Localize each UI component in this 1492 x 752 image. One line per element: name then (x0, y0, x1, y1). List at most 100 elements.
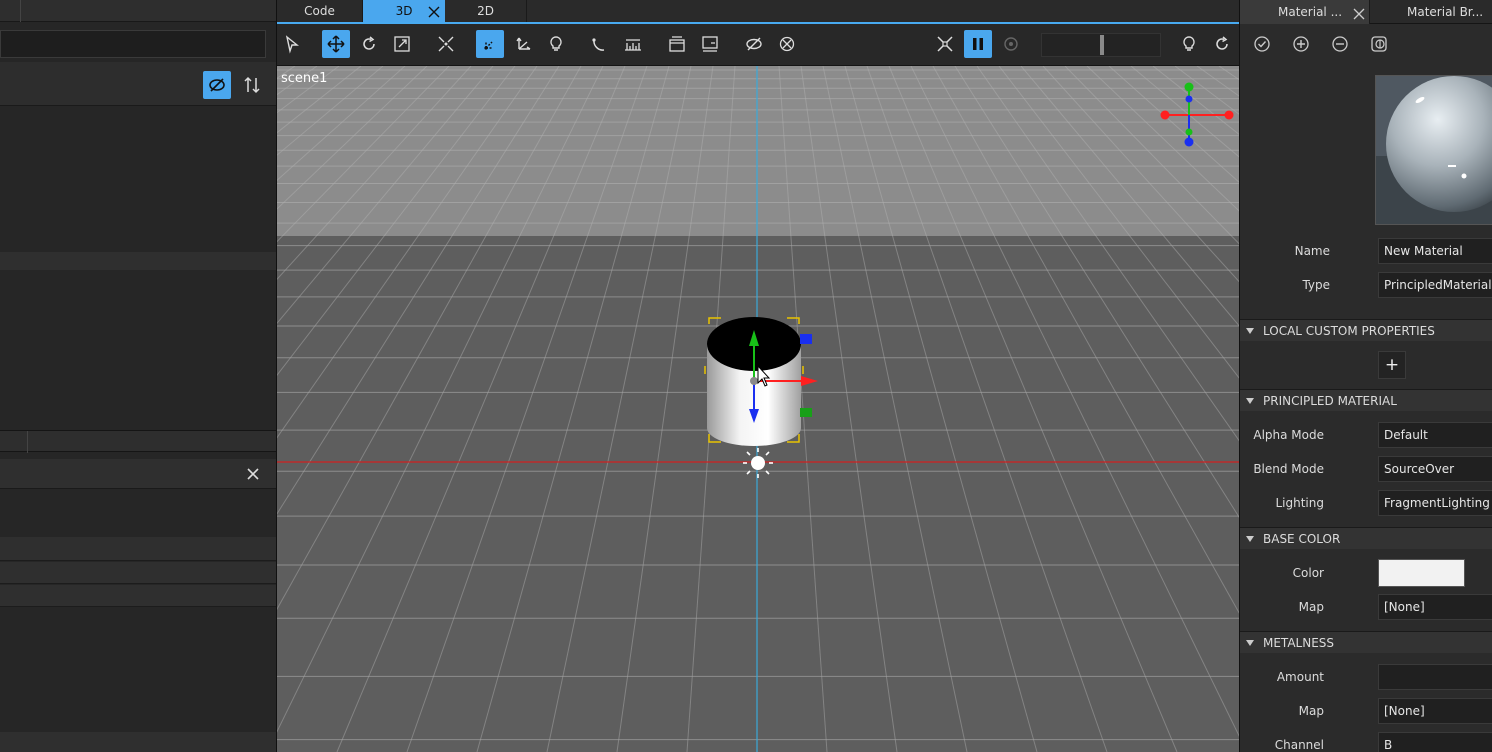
color-label: Color (1292, 566, 1324, 580)
left-list-row[interactable] (0, 562, 276, 584)
tab-2d[interactable]: 2D (445, 0, 527, 22)
lightbulb-icon (550, 36, 562, 51)
section-title: BASE COLOR (1263, 532, 1341, 546)
close-icon[interactable] (244, 465, 262, 483)
channel-label: Channel (1274, 738, 1324, 752)
background-icon (702, 36, 718, 52)
tab-3d[interactable]: 3D (363, 0, 445, 22)
type-dropdown[interactable]: PrincipledMaterial (1378, 272, 1492, 298)
particles-button[interactable] (773, 30, 801, 58)
axes-icon (516, 37, 531, 50)
alpha-mode-label: Alpha Mode (1253, 428, 1324, 442)
collapse-triangle-icon (1246, 536, 1254, 542)
close-icon[interactable] (427, 4, 441, 18)
amount-label: Amount (1276, 670, 1324, 684)
toggle-lighting-button[interactable] (1175, 30, 1203, 58)
camera-toggle-button[interactable] (663, 30, 691, 58)
section-title: LOCAL CUSTOM PROPERTIES (1263, 324, 1435, 338)
snap-toggle-button[interactable] (586, 30, 614, 58)
close-icon[interactable] (1352, 5, 1366, 20)
add-property-button[interactable]: + (1378, 351, 1406, 379)
divider (27, 431, 28, 453)
left-list-row[interactable] (0, 585, 276, 607)
tab-code[interactable]: Code (277, 0, 363, 22)
scene-canvas[interactable] (277, 66, 1239, 752)
particle-speed-slider[interactable] (1041, 33, 1161, 57)
pause-icon (973, 38, 983, 50)
restart-particles-button[interactable] (997, 30, 1025, 58)
lightbulb-icon (1183, 36, 1195, 51)
blend-mode-label: Blend Mode (1253, 462, 1324, 476)
hide-icon[interactable] (203, 71, 231, 99)
rotate-icon (363, 36, 375, 50)
left-list-row[interactable] (0, 537, 276, 561)
global-orientation-button[interactable] (509, 30, 537, 58)
material-preview[interactable] (1375, 75, 1492, 225)
section-base-color[interactable]: BASE COLOR (1240, 527, 1492, 549)
pause-particles-button[interactable] (964, 30, 992, 58)
perspective-icon (669, 36, 685, 52)
name-field[interactable]: New Material (1378, 238, 1492, 264)
ruler-icon (625, 39, 641, 51)
scale-icon (394, 36, 410, 52)
gizmo-xy-plane[interactable] (800, 334, 812, 344)
section-title: PRINCIPLED MATERIAL (1263, 394, 1397, 408)
3d-toolbar (277, 24, 1239, 66)
blend-mode-dropdown[interactable]: SourceOver (1378, 456, 1492, 482)
left-lower-header (0, 430, 276, 453)
metal-map-dropdown[interactable]: [None] (1378, 698, 1492, 724)
sort-icon[interactable] (240, 71, 264, 99)
move-tool-button[interactable] (322, 30, 350, 58)
environment-icon (1371, 36, 1387, 52)
lighting-dropdown[interactable]: FragmentLighting (1378, 490, 1492, 516)
left-filter-row (0, 459, 276, 489)
left-panel (0, 0, 277, 752)
tab-2d-label: 2D (477, 4, 494, 18)
edit-light-button[interactable] (542, 30, 570, 58)
tab-material-browser[interactable]: Material Br... (1371, 0, 1492, 24)
metalness-amount-field[interactable] (1378, 664, 1492, 690)
delete-material-button[interactable] (1330, 34, 1350, 54)
section-local-custom-properties[interactable]: LOCAL CUSTOM PROPERTIES (1240, 319, 1492, 341)
rotate-tool-button[interactable] (355, 30, 383, 58)
base-map-dropdown[interactable]: [None] (1378, 594, 1492, 620)
collapse-triangle-icon (1246, 398, 1254, 404)
left-footer (0, 732, 276, 752)
section-metalness[interactable]: METALNESS (1240, 631, 1492, 653)
pointer-icon (285, 35, 299, 54)
divider (20, 0, 21, 22)
background-color-button[interactable] (696, 30, 724, 58)
tab-3d-label: 3D (395, 4, 413, 18)
3d-viewport[interactable]: scene1 (277, 66, 1239, 752)
alpha-mode-dropdown[interactable]: Default (1378, 422, 1492, 448)
section-principled-material[interactable]: PRINCIPLED MATERIAL (1240, 389, 1492, 411)
channel-dropdown[interactable]: B (1378, 732, 1492, 752)
snap-icon (592, 38, 605, 51)
slider-handle[interactable] (1100, 35, 1104, 55)
base-color-swatch[interactable] (1378, 559, 1465, 587)
snap-settings-button[interactable] (619, 30, 647, 58)
scale-tool-button[interactable] (388, 30, 416, 58)
fit-selection-button[interactable] (432, 30, 460, 58)
reset-view-button[interactable] (931, 30, 959, 58)
collapse-triangle-icon (1246, 328, 1254, 334)
apply-material-button[interactable] (1252, 34, 1272, 54)
select-tool-button[interactable] (278, 30, 306, 58)
preview-env-button[interactable] (1369, 34, 1389, 54)
refresh-button[interactable] (1208, 30, 1236, 58)
gizmo-center[interactable] (750, 377, 758, 385)
toggle-visibility-button[interactable] (740, 30, 768, 58)
add-material-button[interactable] (1291, 34, 1311, 54)
check-circle-icon (1254, 36, 1270, 52)
local-orientation-button[interactable] (476, 30, 504, 58)
metal-map-label: Map (1298, 704, 1324, 718)
section-title: METALNESS (1263, 636, 1335, 650)
left-search-field[interactable] (0, 30, 266, 58)
tab-material-editor[interactable]: Material ... (1240, 0, 1370, 24)
editor-tabbar: Code 3D 2D (277, 0, 1239, 24)
gizmo-xz-plane[interactable] (800, 408, 812, 417)
tab-material-browser-label: Material Br... (1407, 5, 1484, 19)
restart-icon (1004, 37, 1018, 51)
type-label: Type (1302, 278, 1330, 292)
material-toolbar (1240, 24, 1492, 64)
